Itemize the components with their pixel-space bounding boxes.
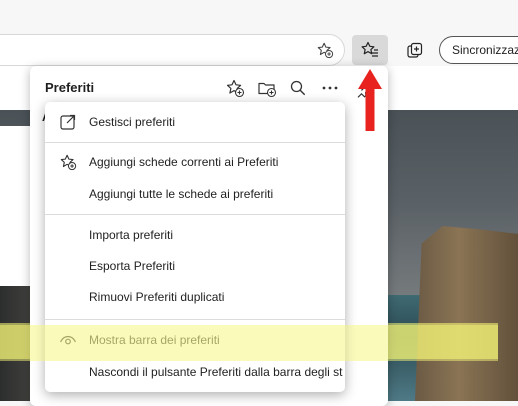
more-options-button[interactable] xyxy=(318,76,342,100)
address-bar[interactable] xyxy=(0,34,345,66)
menu-item-add-all-tabs[interactable]: Aggiungi tutte le schede ai preferiti xyxy=(45,180,345,208)
add-favorite-button[interactable] xyxy=(223,76,247,100)
more-icon xyxy=(322,86,338,90)
menu-item-label: Mostra barra dei preferiti xyxy=(89,333,220,347)
search-favorites-button[interactable] xyxy=(286,76,310,100)
menu-item-manage-favorites[interactable]: Gestisci preferiti xyxy=(45,108,345,136)
menu-item-label: Aggiungi tutte le schede ai preferiti xyxy=(89,187,274,201)
menu-item-show-favorites-bar[interactable]: Mostra barra dei preferiti xyxy=(45,326,345,354)
collections-icon xyxy=(407,42,423,58)
red-arrow-icon xyxy=(358,69,382,131)
open-external-icon xyxy=(60,114,76,130)
menu-item-label: Importa preferiti xyxy=(89,228,174,242)
menu-divider xyxy=(45,142,345,143)
sync-button-label: Sincronizzaz xyxy=(452,43,518,57)
menu-item-label: Rimuovi Preferiti duplicati xyxy=(89,290,225,304)
star-add-icon xyxy=(60,154,77,171)
menu-item-label: Gestisci preferiti xyxy=(89,115,176,129)
search-icon xyxy=(290,80,306,96)
collections-button[interactable] xyxy=(400,36,430,66)
menu-item-label: Aggiungi schede correnti ai Preferiti xyxy=(89,155,279,169)
favorites-button[interactable] xyxy=(352,35,388,65)
eye-icon xyxy=(59,335,77,345)
add-folder-button[interactable] xyxy=(255,76,279,100)
menu-item-remove-duplicates[interactable]: Rimuovi Preferiti duplicati xyxy=(45,283,345,311)
menu-item-label: Esporta Preferiti xyxy=(89,259,176,273)
star-add-icon xyxy=(226,79,245,98)
browser-toolbar: Sincronizzaz xyxy=(0,0,518,66)
star-add-icon[interactable] xyxy=(316,41,334,59)
menu-divider xyxy=(45,214,345,215)
menu-item-hide-favorites-button[interactable]: Nascondi il pulsante Preferiti dalla bar… xyxy=(45,358,345,386)
menu-item-label: Nascondi il pulsante Preferiti dalla bar… xyxy=(89,365,343,379)
menu-divider xyxy=(45,319,345,320)
folder-add-icon xyxy=(258,82,277,98)
flyout-title: Preferiti xyxy=(45,80,95,95)
background-cliff-right xyxy=(415,226,518,401)
menu-item-import[interactable]: Importa preferiti xyxy=(45,221,345,249)
sync-button[interactable]: Sincronizzaz xyxy=(439,36,518,64)
menu-item-export[interactable]: Esporta Preferiti xyxy=(45,252,345,280)
menu-item-add-current-tabs[interactable]: Aggiungi schede correnti ai Preferiti xyxy=(45,148,345,176)
favorites-list-icon xyxy=(361,41,378,57)
favorites-more-menu: Gestisci preferiti Aggiungi schede corre… xyxy=(45,102,345,392)
